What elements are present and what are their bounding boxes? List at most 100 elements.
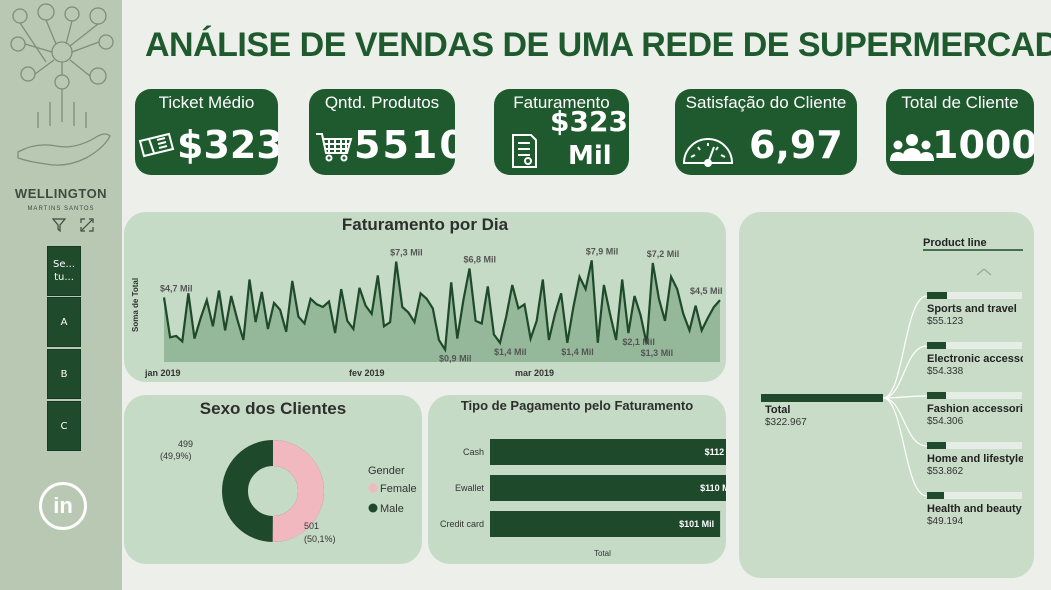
- data-label: $2,1 Mil: [622, 337, 655, 347]
- receipt-icon: [512, 134, 537, 168]
- nav-button-selection[interactable]: Se... tu...: [47, 246, 81, 296]
- kpi-value: $323: [550, 105, 628, 138]
- data-label: $1,4 Mil: [494, 347, 527, 357]
- data-label: $7,2 Mil: [647, 249, 680, 259]
- sidebar: WELLINGTON MARTINS SANTOS Se... tu... A …: [0, 0, 122, 590]
- product-bar-track: [927, 292, 1022, 299]
- nav-button-label: Se... tu...: [52, 259, 76, 283]
- total-value: $322.967: [765, 417, 807, 428]
- payment-bar[interactable]: [490, 475, 726, 501]
- linkedin-icon: in: [53, 493, 73, 518]
- ticket-icon: [138, 132, 175, 158]
- product-bar-track: [927, 342, 1022, 349]
- product-line-header: Product line: [923, 237, 987, 249]
- kpi-unit: Mil: [568, 141, 612, 171]
- kpi-qntd-produtos: Qntd. Produtos 5510: [309, 89, 455, 175]
- gender-card: Sexo dos Clientes 499 (49,9%) 501 (50,1%…: [124, 395, 422, 564]
- bar-category-label: Cash: [463, 447, 484, 457]
- kpi-ticket-medio: Ticket Médio $323: [135, 89, 278, 175]
- product-bar: [927, 492, 945, 499]
- kpi-value: 6,97: [749, 123, 843, 167]
- gender-donut-chart: 499 (49,9%) 501 (50,1%) Gender Female Ma…: [160, 439, 417, 544]
- kpi-value: $323: [177, 123, 278, 167]
- kpi-value: 5510: [354, 123, 455, 167]
- gauge-icon: [682, 138, 734, 167]
- product-value: $55.123: [927, 316, 964, 327]
- product-value: $54.306: [927, 416, 964, 427]
- product-label: Home and lifestyle: [927, 453, 1023, 465]
- legend-marker-male: [368, 503, 378, 513]
- y-axis-label: Soma de Total: [131, 278, 140, 332]
- linkedin-button[interactable]: in: [39, 482, 87, 530]
- kpi-label: Satisfação do Cliente: [685, 93, 847, 112]
- kpi-satisfacao: Satisfação do Cliente 6,97: [675, 89, 857, 175]
- product-bar-track: [927, 392, 1022, 399]
- donut-slice-female: [272, 440, 325, 542]
- data-label: $7,3 Mil: [390, 248, 423, 258]
- filter-icon[interactable]: [52, 218, 66, 232]
- legend-label-male: Male: [380, 503, 404, 515]
- bar-value-label: $112 Mil: [705, 447, 726, 457]
- slice-value-male: 499: [178, 439, 193, 449]
- x-tick-label: jan 2019: [144, 368, 181, 378]
- scroll-up-icon[interactable]: [976, 268, 992, 276]
- nav-button-a[interactable]: A: [47, 297, 81, 347]
- product-node[interactable]: Home and lifestyle $53.862: [927, 442, 1027, 477]
- payment-card: Tipo de Pagamento pelo Faturamento Total…: [428, 395, 726, 564]
- tree-connector: [882, 345, 928, 399]
- product-bar: [927, 342, 947, 349]
- daily-revenue-card: Faturamento por Dia Soma de Total $4,7 M…: [124, 212, 726, 382]
- product-node[interactable]: Health and beauty $49.194: [927, 492, 1027, 527]
- brand-name: WELLINGTON: [14, 186, 108, 201]
- product-node[interactable]: Electronic accessories $54.338: [927, 342, 1027, 377]
- nav-button-c[interactable]: C: [47, 401, 81, 451]
- tree-connector: [882, 397, 928, 497]
- tree-connector: [882, 397, 928, 447]
- product-label: Fashion accessories: [927, 403, 1023, 415]
- tree-connectors: [882, 295, 928, 497]
- product-bar: [927, 392, 947, 399]
- x-axis-label: Total: [594, 549, 611, 558]
- side-tools: [52, 218, 94, 232]
- slice-value-female: 501: [304, 521, 319, 531]
- nav-button-b[interactable]: B: [47, 349, 81, 399]
- daily-revenue-chart: Soma de Total $4,7 Mil $7,3 Mil $6,8 Mil $0…: [131, 246, 723, 378]
- page-title: ANÁLISE DE VENDAS DE UMA REDE DE SUPERME…: [145, 26, 1051, 64]
- cart-icon: [316, 133, 353, 162]
- data-label: $4,7 Mil: [160, 283, 193, 293]
- data-label: $1,3 Mil: [641, 348, 674, 358]
- tech-hand-logo-icon: [10, 3, 114, 166]
- expand-icon[interactable]: [80, 218, 94, 232]
- product-label: Sports and travel: [927, 303, 1017, 315]
- kpi-value: 1000: [932, 123, 1034, 167]
- product-value: $49.194: [927, 516, 964, 527]
- legend-marker-female: [368, 483, 378, 493]
- kpi-label: Total de Cliente: [901, 93, 1019, 112]
- kpi-total-cliente: Total de Cliente 1000: [886, 89, 1034, 175]
- data-label: $1,4 Mil: [561, 347, 594, 357]
- product-bar: [927, 442, 947, 449]
- product-value: $53.862: [927, 466, 964, 477]
- data-label: $4,5 Mil: [690, 286, 723, 296]
- data-label: $0,9 Mil: [439, 354, 472, 364]
- brand-subtitle: MARTINS SANTOS: [27, 206, 95, 212]
- legend-title: Gender: [368, 465, 405, 477]
- product-node[interactable]: Fashion accessories $54.306: [927, 392, 1027, 427]
- product-bar-track: [927, 442, 1022, 449]
- product-label: Health and beauty: [927, 503, 1022, 515]
- product-bar: [927, 292, 947, 299]
- product-label: Electronic accessories: [927, 353, 1023, 365]
- x-tick-label: mar 2019: [515, 368, 554, 378]
- nav-button-label: A: [60, 316, 68, 328]
- payment-bar[interactable]: [490, 439, 726, 465]
- data-label: $7,9 Mil: [586, 246, 619, 256]
- product-value: $54.338: [927, 366, 964, 377]
- slice-pct-male: (49,9%): [160, 451, 192, 461]
- bar-value-label: $101 Mil: [679, 519, 714, 529]
- product-node[interactable]: Sports and travel $55.123: [927, 292, 1027, 327]
- legend-label-female: Female: [380, 483, 417, 495]
- people-icon: [890, 134, 934, 161]
- kpi-label: Ticket Médio: [158, 93, 255, 112]
- product-bar-track: [927, 492, 1022, 499]
- bar-category-label: Ewallet: [455, 483, 485, 493]
